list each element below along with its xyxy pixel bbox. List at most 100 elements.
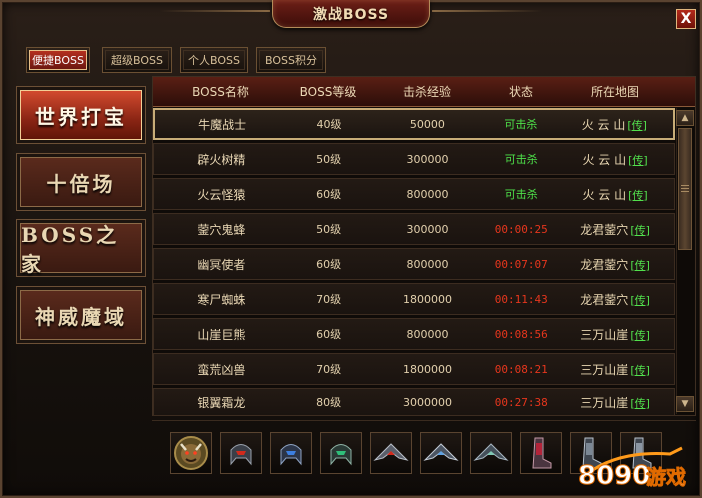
thumb-grip-line <box>681 185 689 186</box>
table-row[interactable]: 蓥穴鬼蜂 50级 300000 00:00:25 龙君蓥穴 [传] <box>153 213 675 245</box>
kill-exp: 1800000 <box>402 362 452 376</box>
scroll-up-button[interactable]: ▲ <box>676 110 694 126</box>
boss-name: 山崖巨熊 <box>197 327 246 342</box>
map-name: 三万山崖 <box>580 327 629 342</box>
table-row[interactable]: 山崖巨熊 60级 800000 00:08:56 三万山崖 [传] <box>153 318 675 350</box>
respawn-timer: 00:11:43 <box>494 292 548 306</box>
tab-label: BOSS积分 <box>259 50 323 70</box>
boss-level: 70级 <box>316 363 342 376</box>
tab-label: 超级BOSS <box>105 50 169 70</box>
beast-portrait-icon <box>174 436 208 470</box>
kill-exp: 50000 <box>409 117 445 131</box>
table-row[interactable]: 蛮荒凶兽 70级 1800000 00:08:21 三万山崖 [传] <box>153 353 675 385</box>
respawn-timer: 00:08:56 <box>494 327 548 341</box>
reward-slot[interactable] <box>270 432 312 474</box>
table-row[interactable]: 寒尸蜘蛛 70级 1800000 00:11:43 龙君蓥穴 [传] <box>153 283 675 315</box>
respawn-timer: 00:00:25 <box>494 222 548 236</box>
close-button[interactable]: X <box>676 9 696 29</box>
boss-map: 龙君蓥穴 [传] <box>556 221 674 238</box>
category-tenfold-arena[interactable]: 十倍场 <box>16 153 146 211</box>
column-header-map: 所在地图 <box>590 85 639 99</box>
reward-slot[interactable] <box>320 432 362 474</box>
reward-slot[interactable] <box>420 432 462 474</box>
tab-label: 个人BOSS <box>183 50 245 70</box>
table-row[interactable]: 幽冥使者 60级 800000 00:07:07 龙君蓥穴 [传] <box>153 248 675 280</box>
tab-super-boss[interactable]: 超级BOSS <box>102 47 172 73</box>
category-divine-demon-realm[interactable]: 神威魔域 <box>16 286 146 344</box>
map-name: 龙君蓥穴 <box>580 222 629 237</box>
title-ornament-right <box>432 10 542 12</box>
respawn-timer: 00:27:38 <box>494 395 548 409</box>
teleport-link[interactable]: [传] <box>628 154 648 167</box>
teleport-link[interactable]: [传] <box>630 224 650 237</box>
map-name: 龙君蓥穴 <box>580 257 629 272</box>
boss-name: 火云怪猿 <box>197 187 246 202</box>
kill-exp: 300000 <box>406 222 449 236</box>
boss-level: 80级 <box>316 396 342 409</box>
column-header-name: BOSS名称 <box>192 85 249 99</box>
map-name: 火 云 山 <box>582 187 627 202</box>
boss-level: 40级 <box>316 118 342 131</box>
window-title: 激战BOSS <box>312 6 390 23</box>
kill-exp: 800000 <box>406 187 449 201</box>
boss-level: 60级 <box>316 188 342 201</box>
boss-map: 三万山崖 [传] <box>556 361 674 378</box>
red-helmet-icon <box>230 444 252 466</box>
boss-map: 三万山崖 [传] <box>556 326 674 343</box>
boss-status: 可击杀 <box>504 153 538 166</box>
boss-map: 龙君蓥穴 [传] <box>556 291 674 308</box>
teleport-link[interactable]: [传] <box>628 189 648 202</box>
table-header: BOSS名称 BOSS等级 击杀经验 状态 所在地图 <box>153 77 695 107</box>
reward-slot[interactable] <box>220 432 262 474</box>
kill-exp: 800000 <box>406 327 449 341</box>
respawn-timer: 00:08:21 <box>494 362 548 376</box>
tab-convenient-boss[interactable]: 便捷BOSS <box>26 47 90 73</box>
category-label: 世界打宝 <box>20 90 142 140</box>
reward-slot[interactable] <box>520 432 562 474</box>
steel-wing-icon <box>473 443 509 461</box>
teleport-link[interactable]: [传] <box>630 294 650 307</box>
reward-slot[interactable] <box>170 432 212 474</box>
blue-helmet-icon <box>280 444 302 466</box>
thumb-grip-line <box>681 188 689 189</box>
silver-wing-icon <box>423 443 459 461</box>
boss-level: 50级 <box>316 153 342 166</box>
boss-map: 龙君蓥穴 [传] <box>556 256 674 273</box>
teleport-link[interactable]: [传] <box>630 364 650 377</box>
scroll-down-button[interactable]: ▼ <box>676 396 694 412</box>
tab-label: 便捷BOSS <box>29 50 87 70</box>
boss-name: 辟火树精 <box>197 152 246 167</box>
category-world-treasure[interactable]: 世界打宝 <box>16 86 146 144</box>
reward-slot[interactable] <box>570 432 612 474</box>
teleport-link[interactable]: [传] <box>630 259 650 272</box>
reward-slot[interactable] <box>620 432 662 474</box>
scroll-thumb[interactable] <box>678 128 692 250</box>
category-boss-home[interactable]: BOSS之家 <box>16 219 146 277</box>
map-name: 三万山崖 <box>580 395 629 410</box>
silver-boots-icon <box>632 437 652 469</box>
kill-exp: 800000 <box>406 257 449 271</box>
tab-boss-points[interactable]: BOSS积分 <box>256 47 326 73</box>
boss-status: 可击杀 <box>504 188 538 201</box>
map-name: 火 云 山 <box>581 117 626 132</box>
teleport-link[interactable]: [传] <box>630 397 650 410</box>
reward-slot[interactable] <box>370 432 412 474</box>
boss-level: 70级 <box>316 293 342 306</box>
map-name: 三万山崖 <box>580 362 629 377</box>
table-row[interactable]: 银翼霜龙 80级 3000000 00:27:38 三万山崖 [传] <box>153 388 675 416</box>
teleport-link[interactable]: [传] <box>630 329 650 342</box>
respawn-timer: 00:07:07 <box>494 257 548 271</box>
red-boots-icon <box>532 437 552 469</box>
table-row[interactable]: 火云怪猿 60级 800000 可击杀 火 云 山 [传] <box>153 178 675 210</box>
boss-name: 蛮荒凶兽 <box>197 362 246 377</box>
boss-map: 火 云 山 [传] <box>556 186 674 203</box>
tab-personal-boss[interactable]: 个人BOSS <box>180 47 248 73</box>
teleport-link[interactable]: [传] <box>627 119 647 132</box>
column-header-exp: 击杀经验 <box>402 85 451 99</box>
red-wing-icon <box>373 443 409 461</box>
category-label: 十倍场 <box>20 157 142 207</box>
table-row[interactable]: 牛魔战士 40级 50000 可击杀 火 云 山 [传] <box>153 108 675 140</box>
boss-name: 幽冥使者 <box>197 257 246 272</box>
reward-slot[interactable] <box>470 432 512 474</box>
table-row[interactable]: 辟火树精 50级 300000 可击杀 火 云 山 [传] <box>153 143 675 175</box>
